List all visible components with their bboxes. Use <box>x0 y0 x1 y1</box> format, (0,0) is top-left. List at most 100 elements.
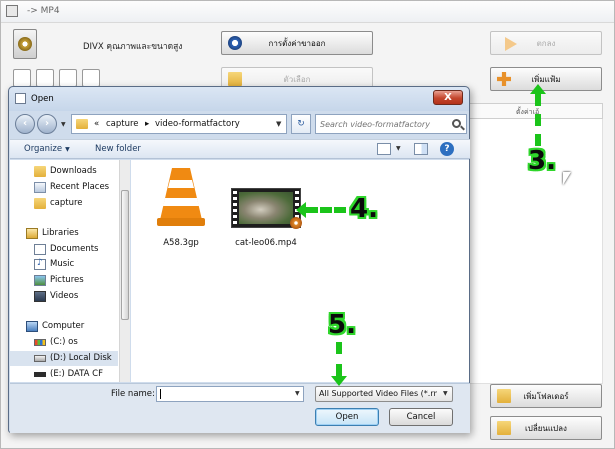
nav-item-drive-c[interactable]: (C:) os <box>10 335 118 350</box>
libraries-icon <box>26 228 38 239</box>
step-4-label: 4. <box>350 194 378 224</box>
step-3-label: 3. <box>528 146 556 176</box>
file-item-a58[interactable]: A58.3gp <box>141 164 221 254</box>
videos-icon <box>34 291 46 302</box>
output-settings-label: การตั้งค่าขาออก <box>268 38 326 48</box>
drive-os-icon <box>34 339 46 346</box>
nav-item-music[interactable]: Music <box>10 257 118 272</box>
add-file-button[interactable]: เพิ่มแฟ้ม <box>490 67 602 91</box>
nav-item-pictures[interactable]: Pictures <box>10 273 118 288</box>
nav-item-downloads[interactable]: Downloads <box>10 164 118 179</box>
cancel-button[interactable]: Cancel <box>389 408 453 426</box>
preview-pane-icon[interactable] <box>414 143 428 155</box>
search-input[interactable] <box>320 118 448 130</box>
tool-icon-2[interactable] <box>36 69 54 87</box>
nav-item-drive-e[interactable]: (E:) DATA CF <box>10 367 118 382</box>
breadcrumb-capture[interactable]: capture <box>106 119 139 129</box>
nav-item-computer[interactable]: Computer <box>10 319 118 334</box>
downloads-folder-icon <box>34 166 46 177</box>
nav-label: Pictures <box>50 275 84 285</box>
add-folder-button[interactable]: เพิ่มโฟลเดอร์ <box>490 384 602 408</box>
file-name-input[interactable] <box>159 388 289 400</box>
drive-icon <box>34 355 46 362</box>
navigation-pane: Downloads Recent Places capture Librarie… <box>10 160 130 382</box>
file-name-label: cat-leo06.mp4 <box>235 238 297 248</box>
format-factory-badge-icon <box>290 217 302 229</box>
output-settings-button[interactable]: การตั้งค่าขาออก <box>221 31 373 55</box>
options-icon <box>228 72 242 86</box>
help-icon[interactable]: ? <box>440 142 454 156</box>
file-name-combo[interactable]: ▼ <box>156 386 304 402</box>
dialog-window-icon <box>15 93 26 104</box>
tool-icon-4[interactable] <box>82 69 100 87</box>
nav-label: (E:) DATA CF <box>50 369 103 379</box>
ok-button[interactable]: ตกลง <box>490 31 602 55</box>
chevron-down-icon: ▼ <box>65 146 70 153</box>
view-options-icon[interactable] <box>377 143 391 155</box>
breadcrumb-prefix[interactable]: « <box>94 119 99 129</box>
close-button[interactable]: X <box>433 90 463 105</box>
forward-button[interactable]: › <box>37 114 57 134</box>
nav-item-documents[interactable]: Documents <box>10 242 118 257</box>
app-window-icon <box>6 5 18 17</box>
tool-icon-1[interactable] <box>13 69 31 87</box>
nav-label: Computer <box>42 321 85 331</box>
open-button[interactable]: Open <box>315 408 379 426</box>
nav-item-recent-places[interactable]: Recent Places <box>10 180 118 195</box>
nav-label: Videos <box>50 291 79 301</box>
refresh-icon: ↻ <box>297 119 305 129</box>
breadcrumb-video-formatfactory[interactable]: video-formatfactory <box>155 119 240 129</box>
new-folder-button[interactable]: New folder <box>95 144 141 154</box>
options-label: ตัวเลือก <box>283 74 311 84</box>
add-folder-label: เพิ่มโฟลเดอร์ <box>523 391 569 401</box>
history-dropdown-icon[interactable]: ▼ <box>61 121 66 128</box>
search-box[interactable] <box>315 114 467 134</box>
search-icon <box>452 119 461 128</box>
breadcrumb-separator: ▸ <box>145 119 150 129</box>
organize-menu[interactable]: Organize ▼ <box>24 144 70 154</box>
computer-icon <box>26 321 38 332</box>
step3-arrow-shaft <box>535 94 541 146</box>
ok-label: ตกลง <box>536 38 556 48</box>
app-title: -> MP4 <box>27 6 60 16</box>
nav-item-videos[interactable]: Videos <box>10 289 118 304</box>
nav-item-drive-d[interactable]: (D:) Local Disk <box>10 351 118 366</box>
step4-arrow-head <box>296 202 306 218</box>
music-icon <box>34 258 46 270</box>
capture-folder-icon <box>34 198 46 209</box>
file-name-dropdown-icon[interactable]: ▼ <box>295 390 300 397</box>
address-dropdown-icon[interactable]: ▼ <box>276 120 281 128</box>
step3-arrow-head <box>530 84 546 94</box>
forward-arrow-icon: › <box>44 118 50 129</box>
refresh-button[interactable]: ↻ <box>291 114 311 134</box>
nav-item-libraries[interactable]: Libraries <box>10 226 118 241</box>
file-type-select[interactable]: All Supported Video Files (*.rm; ▼ <box>315 386 453 402</box>
nav-label: Documents <box>50 244 99 254</box>
nav-label: capture <box>50 198 83 208</box>
file-name-label: A58.3gp <box>163 238 199 248</box>
back-button[interactable]: ‹ <box>15 114 35 134</box>
nav-label: Libraries <box>42 228 79 238</box>
sd-card-icon <box>34 372 46 377</box>
dialog-footer: File name: ▼ All Supported Video Files (… <box>10 383 470 433</box>
convert-icon <box>497 421 511 435</box>
mouse-cursor-icon <box>563 172 571 185</box>
nav-label: Downloads <box>50 166 97 176</box>
vlc-cone-icon <box>157 168 205 226</box>
convert-button[interactable]: เปลี่ยนแปลง <box>490 416 602 440</box>
tool-icon-3[interactable] <box>59 69 77 87</box>
nav-scrollbar-thumb[interactable] <box>121 190 129 320</box>
step4-arrow-shaft <box>306 207 346 213</box>
step5-arrow-shaft <box>336 342 342 376</box>
dialog-titlebar: Open X <box>9 87 469 111</box>
nav-item-capture[interactable]: capture <box>10 196 118 211</box>
divx-format-icon <box>13 29 37 59</box>
organize-label: Organize <box>24 144 63 154</box>
view-dropdown-icon[interactable]: ▼ <box>396 145 401 152</box>
dialog-title: Open <box>31 94 54 104</box>
address-bar[interactable]: « capture ▸ video-formatfactory ▼ <box>71 114 287 134</box>
plus-icon <box>497 72 511 86</box>
nav-label: (C:) os <box>50 337 78 347</box>
nav-scrollbar[interactable] <box>119 160 130 382</box>
file-list-header: ตั้งค่าเอ้ <box>453 103 603 119</box>
